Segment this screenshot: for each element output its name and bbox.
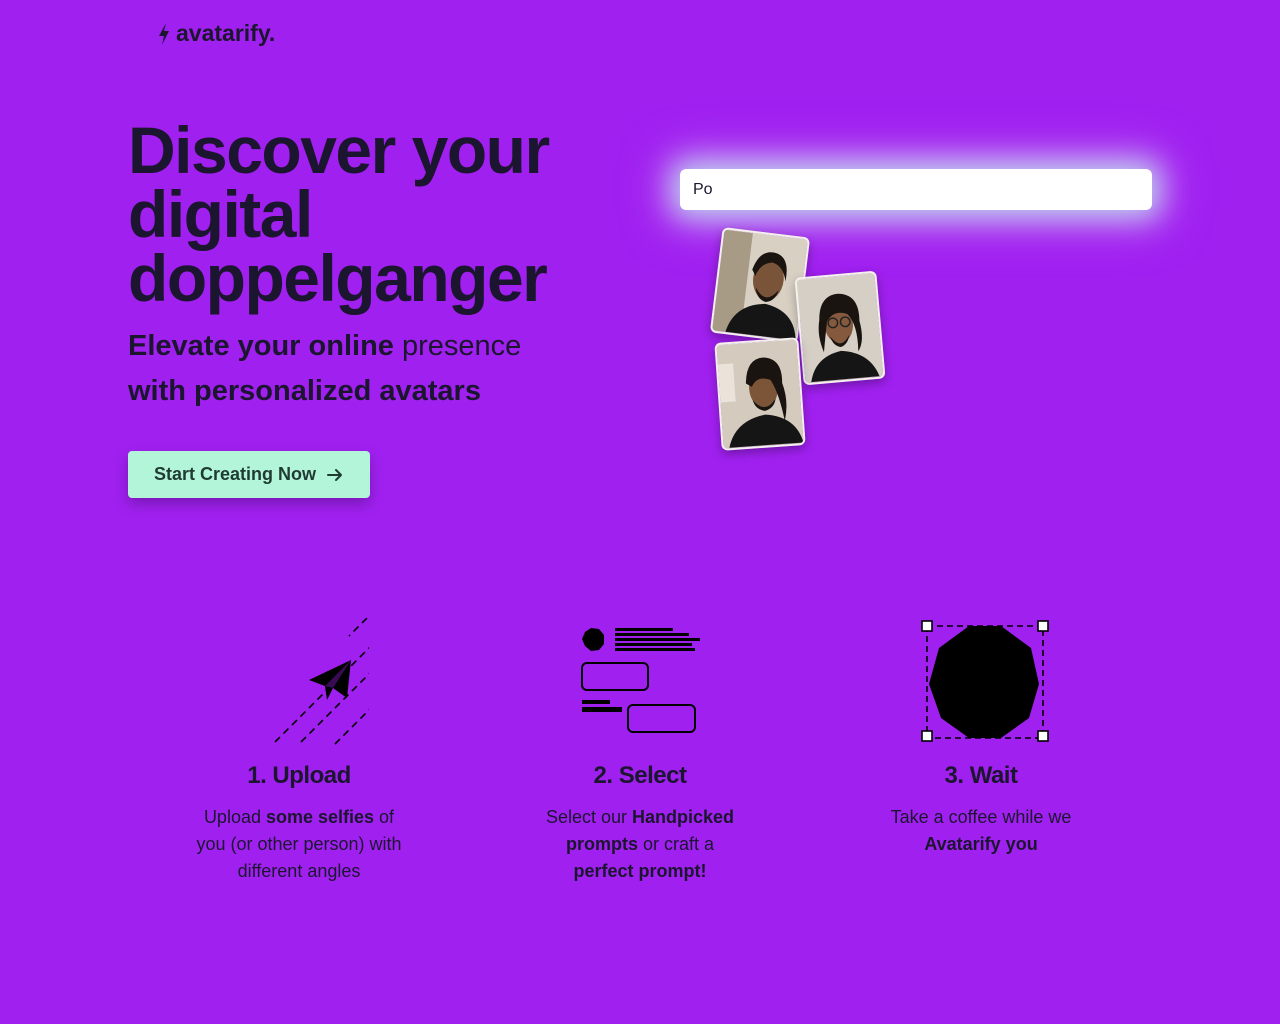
step-select: 2. Select Select our Handpicked prompts …	[530, 618, 750, 885]
step-upload: 1. Upload Upload some selfies of you (or…	[189, 618, 409, 885]
step-2-desc-a: Select our	[545, 807, 632, 827]
step-3-desc-a: Take a coffee while we	[890, 807, 1072, 827]
step-2-title: 2. Select	[593, 762, 687, 789]
step-2-desc-d: perfect prompt!	[573, 861, 707, 881]
hero-subtitle: Elevate your online presence with person…	[128, 324, 648, 414]
step-1-description: Upload some selfies of you (or other per…	[194, 804, 404, 885]
hero-title: Discover your digital doppelganger	[128, 113, 550, 315]
selfie-image-1	[712, 229, 808, 341]
step-wait: 3. Wait Take a coffee while we Avatarify…	[871, 618, 1091, 858]
octagon-selection-icon	[921, 620, 1049, 742]
brand-name: avatarify.	[176, 20, 276, 46]
step-2-desc-c: or craft a	[637, 834, 715, 854]
step-1-title: 1. Upload	[247, 762, 351, 789]
prompt-input[interactable]	[680, 169, 1152, 210]
start-creating-button[interactable]: Start Creating Now	[128, 451, 370, 498]
step-3-desc-b: Avatarify you	[924, 834, 1038, 854]
paper-plane-icon	[274, 618, 369, 745]
selfie-image-2	[796, 273, 884, 383]
prompt-form-icon	[581, 628, 700, 733]
step-2-description: Select our Handpicked prompts or craft a…	[535, 804, 745, 885]
lightning-icon	[159, 22, 169, 45]
step-3-description: Take a coffee while we Avatarify you	[876, 804, 1086, 858]
step-1-desc-b: some selfies	[265, 807, 375, 827]
cta-label: Start Creating Now	[153, 464, 317, 484]
selfie-photo-2	[794, 270, 886, 386]
selfie-image-3	[716, 339, 804, 449]
subtitle-part-2: presence	[401, 330, 522, 362]
step-3-title: 3. Wait	[944, 762, 1018, 789]
subtitle-part-3: with personalized avatars	[128, 375, 481, 407]
arrow-right-icon	[327, 468, 343, 481]
selfie-photo-3	[714, 337, 806, 451]
prompt-input-wrapper	[680, 169, 1152, 210]
logo-link[interactable]: avatarify.	[156, 20, 275, 47]
step-1-desc-a: Upload	[203, 807, 266, 827]
subtitle-part-1: Elevate your online	[128, 330, 394, 362]
